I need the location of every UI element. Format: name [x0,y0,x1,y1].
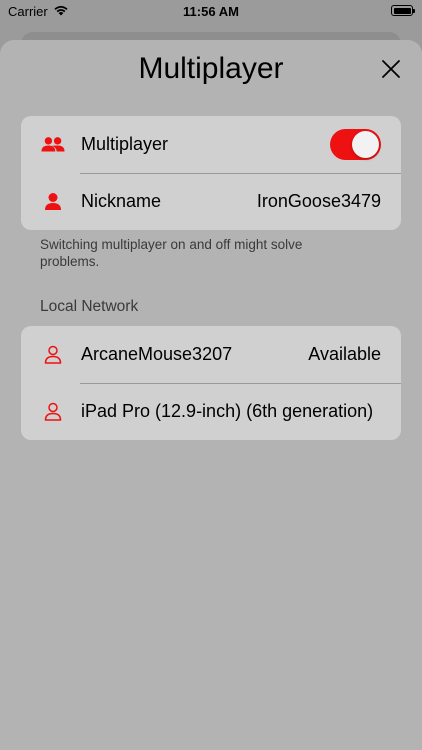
person-fill-icon [41,190,65,214]
toggle-knob [352,131,379,158]
multiplayer-label: Multiplayer [81,134,169,154]
person-outline-icon [41,400,65,424]
multiplayer-toggle[interactable] [330,129,381,160]
nickname-row[interactable]: Nickname IronGoose3479 [21,173,401,230]
device-name: ArcaneMouse3207 [81,344,233,364]
multiplayer-footer-note: Switching multiplayer on and off might s… [40,237,303,269]
nickname-value: IronGoose3479 [256,191,381,211]
device-row[interactable]: iPad Pro (12.9-inch) (6th generation) [21,383,401,440]
multiplayer-sheet: Multiplayer Multiplayer Nickname IronGoo… [0,40,422,750]
multiplayer-row: Multiplayer [21,116,401,173]
page-title: Multiplayer [138,52,284,85]
battery-icon [391,5,415,16]
people-icon [41,133,65,157]
close-button[interactable] [380,58,402,80]
status-bar: Carrier 11:56 AM [0,0,422,24]
section-header-local-network: Local Network [40,298,139,315]
device-name: iPad Pro (12.9-inch) (6th generation) [81,401,374,421]
close-icon [382,60,400,78]
status-time: 11:56 AM [183,4,239,19]
nickname-label: Nickname [81,191,162,211]
device-status: Available [308,344,381,364]
battery-fill [393,7,411,14]
settings-group: Multiplayer Nickname IronGoose3479 [21,116,401,230]
local-network-group: ArcaneMouse3207 Available iPad Pro (12.9… [21,326,401,440]
person-outline-icon [41,343,65,367]
device-row[interactable]: ArcaneMouse3207 Available [21,326,401,383]
